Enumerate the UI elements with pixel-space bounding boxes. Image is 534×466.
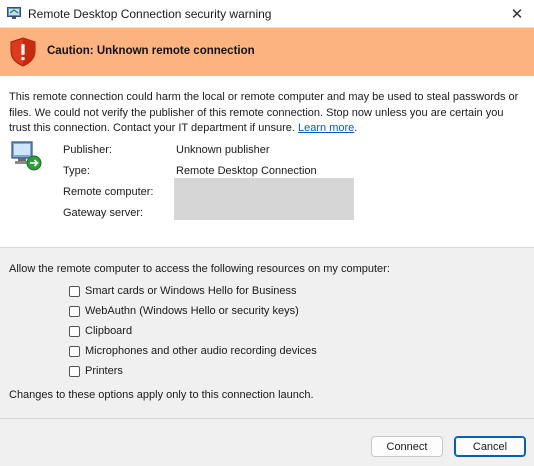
checkbox-label: Microphones and other audio recording de… xyxy=(85,345,317,357)
publisher-value: Unknown publisher xyxy=(176,144,270,156)
type-value: Remote Desktop Connection xyxy=(176,165,317,177)
checkbox-box[interactable] xyxy=(69,325,80,337)
divider xyxy=(0,418,534,419)
publisher-label: Publisher: xyxy=(63,144,112,156)
checkbox-label: Printers xyxy=(85,365,123,377)
window-title: Remote Desktop Connection security warni… xyxy=(28,7,272,21)
remote-computer-icon xyxy=(11,141,42,171)
gateway-server-label: Gateway server: xyxy=(63,207,144,219)
description-text: This remote connection could harm the lo… xyxy=(9,91,519,134)
checkbox-box[interactable] xyxy=(69,345,80,357)
caution-banner: Caution: Unknown remote connection xyxy=(0,28,534,76)
checkbox-webauthn[interactable]: WebAuthn (Windows Hello or security keys… xyxy=(69,304,299,318)
banner-title: Caution: Unknown remote connection xyxy=(47,45,255,57)
type-label: Type: xyxy=(63,165,90,177)
checkbox-box[interactable] xyxy=(69,285,80,297)
description-trail: . xyxy=(354,122,358,134)
options-note: Changes to these options apply only to t… xyxy=(9,389,314,401)
learn-more-link[interactable]: Learn more xyxy=(298,122,354,134)
remote-desktop-app-icon xyxy=(7,7,21,19)
connect-button[interactable]: Connect xyxy=(371,436,443,457)
checkbox-label: WebAuthn (Windows Hello or security keys… xyxy=(85,305,299,317)
checkbox-printers[interactable]: Printers xyxy=(69,364,123,378)
checkbox-box[interactable] xyxy=(69,305,80,317)
checkbox-smart-cards[interactable]: Smart cards or Windows Hello for Busines… xyxy=(69,284,297,298)
checkbox-clipboard[interactable]: Clipboard xyxy=(69,324,132,338)
divider xyxy=(0,247,534,248)
redacted-server-values xyxy=(174,178,354,220)
warning-description: This remote connection could harm the lo… xyxy=(9,90,525,137)
cancel-button[interactable]: Cancel xyxy=(454,436,526,457)
title-bar: Remote Desktop Connection security warni… xyxy=(0,0,534,28)
close-button[interactable]: ✕ xyxy=(500,0,534,28)
remote-computer-label: Remote computer: xyxy=(63,186,154,198)
resources-heading: Allow the remote computer to access the … xyxy=(9,263,390,275)
checkbox-label: Clipboard xyxy=(85,325,133,337)
checkbox-label: Smart cards or Windows Hello for Busines… xyxy=(85,285,297,297)
checkbox-microphones[interactable]: Microphones and other audio recording de… xyxy=(69,344,317,358)
warning-shield-icon xyxy=(10,37,36,67)
close-icon: ✕ xyxy=(510,6,524,23)
checkbox-box[interactable] xyxy=(69,365,80,377)
